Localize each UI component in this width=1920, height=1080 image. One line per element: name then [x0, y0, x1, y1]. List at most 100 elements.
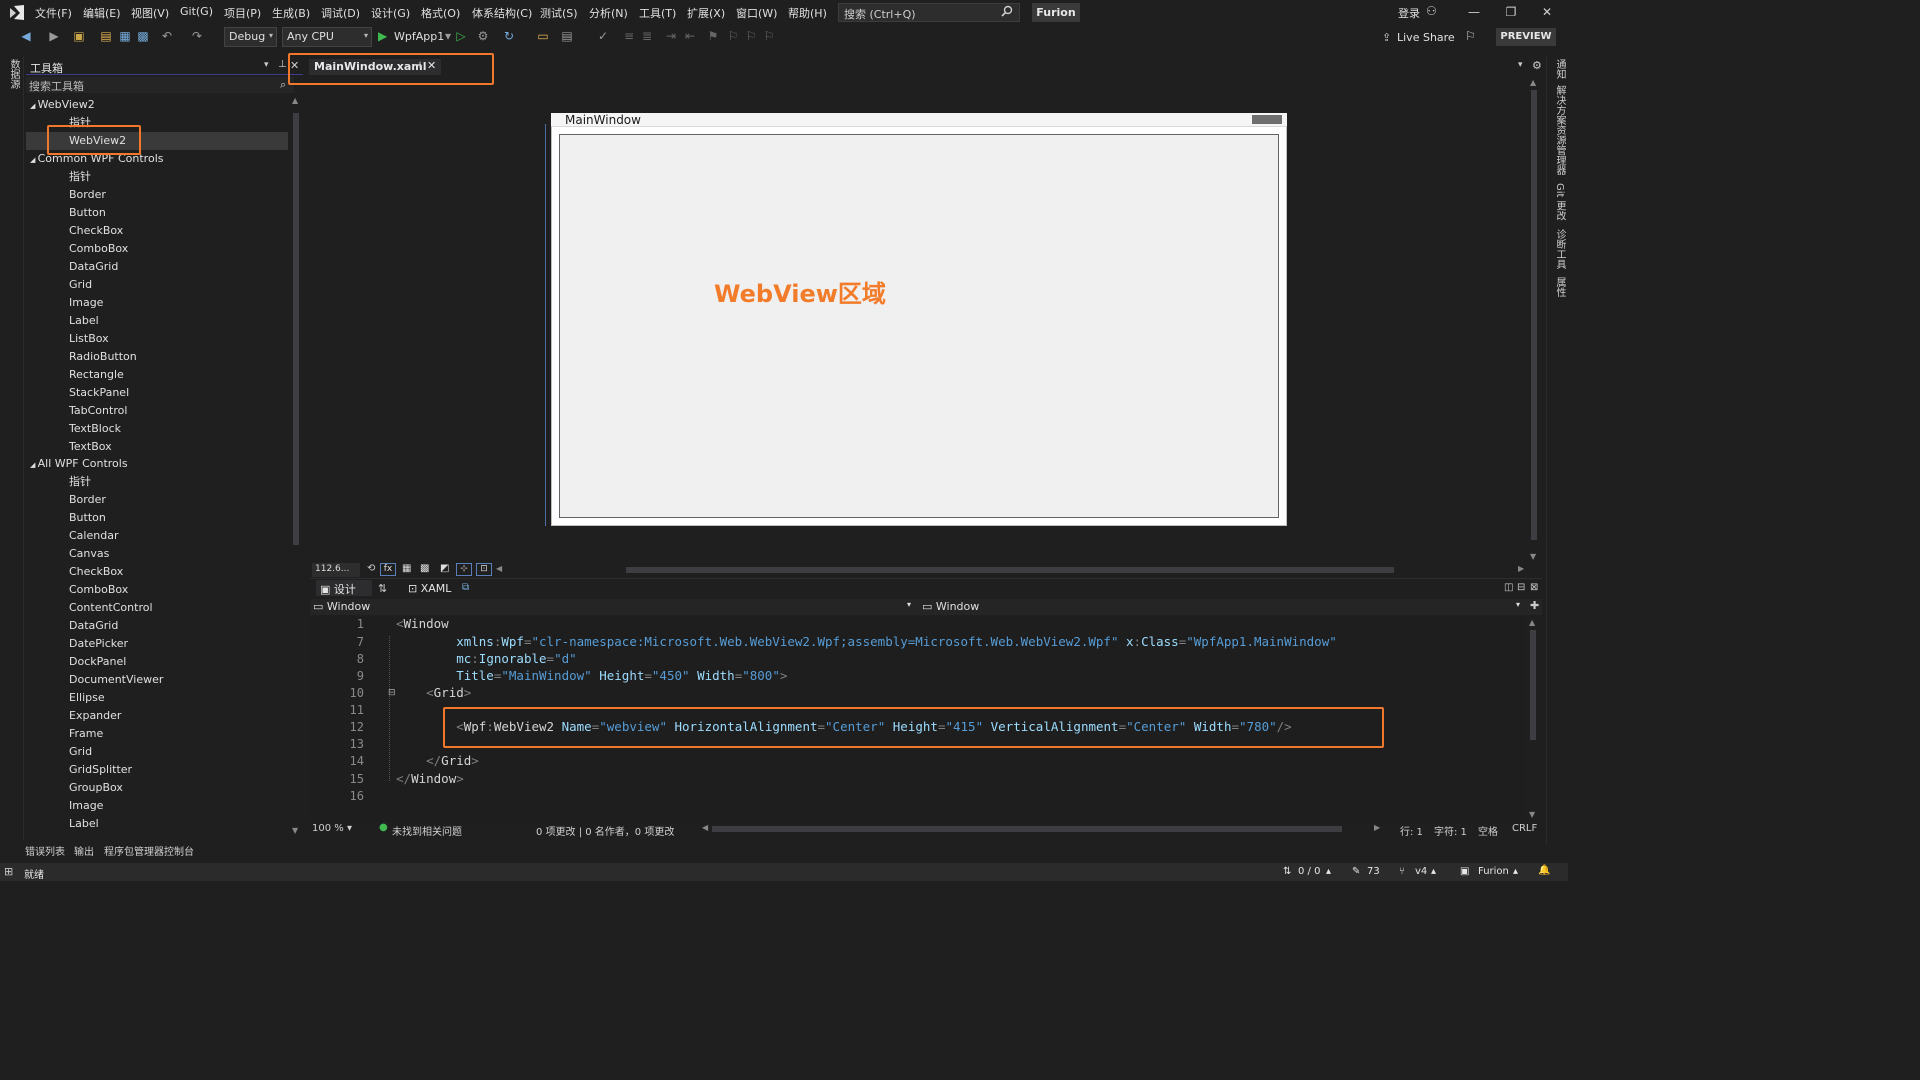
- toolbox-item[interactable]: ListBox: [26, 330, 288, 348]
- toolbox-item[interactable]: Button: [26, 204, 288, 222]
- toolbox-group-header[interactable]: ◢ WebView2: [26, 96, 288, 114]
- refresh-designer-icon[interactable]: ⟲: [367, 563, 375, 574]
- toolbox-item[interactable]: Label: [26, 815, 288, 833]
- toolbox-item[interactable]: Border: [26, 491, 288, 509]
- menu-item[interactable]: 扩展(X): [687, 5, 725, 21]
- toolbox-item[interactable]: TabControl: [26, 402, 288, 420]
- issues-status[interactable]: 未找到相关问题: [392, 823, 462, 838]
- open-file-icon[interactable]: ▤: [99, 29, 113, 43]
- start-debugging-icon[interactable]: ▶: [378, 29, 387, 43]
- right-rail-tab[interactable]: Git 更改: [1552, 183, 1567, 221]
- editor-vertical-scrollbar[interactable]: [1530, 630, 1536, 740]
- branch-name[interactable]: v4: [1415, 866, 1427, 877]
- menu-item[interactable]: 调试(D): [321, 5, 360, 21]
- navigate-forward-icon[interactable]: ▶: [47, 29, 61, 43]
- toolbox-item[interactable]: 指针: [26, 473, 288, 491]
- toolbox-item[interactable]: Rectangle: [26, 366, 288, 384]
- feedback-icon[interactable]: ⚐: [1465, 29, 1476, 43]
- toolbox-scrollbar[interactable]: [293, 113, 299, 545]
- new-project-icon[interactable]: ▣: [72, 29, 86, 43]
- settings-gear-icon[interactable]: ⚙: [1532, 59, 1542, 72]
- start-without-debugging-icon[interactable]: ▷: [454, 29, 468, 43]
- member-scope-select[interactable]: ▭ Window ▾: [922, 600, 1526, 614]
- char-indicator[interactable]: 字符: 1: [1434, 823, 1467, 838]
- attach-icon[interactable]: ⚙: [476, 29, 490, 43]
- sync-status[interactable]: 0 / 0: [1298, 866, 1320, 877]
- toolbox-search-icon[interactable]: ⌕: [280, 78, 286, 92]
- toolbox-item[interactable]: Image: [26, 294, 288, 312]
- toolbox-item[interactable]: Border: [26, 186, 288, 204]
- toolbox-item[interactable]: Frame: [26, 725, 288, 743]
- effects-icon[interactable]: fx: [380, 563, 396, 576]
- right-rail-tab[interactable]: 属性: [1552, 277, 1567, 297]
- toolbox-item[interactable]: ComboBox: [26, 240, 288, 258]
- repo-dropdown-icon[interactable]: ▴: [1513, 866, 1518, 877]
- toolbox-item[interactable]: DockPanel: [26, 653, 288, 671]
- snap-grid-icon[interactable]: ▩: [420, 563, 429, 574]
- designer-scroll-up-icon[interactable]: ▲: [1530, 78, 1536, 87]
- toolbox-item[interactable]: Canvas: [26, 545, 288, 563]
- tab-xaml[interactable]: ⊡ XAML: [408, 582, 451, 595]
- toolbox-item[interactable]: Calendar: [26, 527, 288, 545]
- save-icon[interactable]: ▦: [118, 29, 132, 43]
- whitespace-indicator[interactable]: 空格: [1478, 823, 1498, 838]
- branch-dropdown-icon[interactable]: ▴: [1431, 866, 1436, 877]
- menu-item[interactable]: 分析(N): [589, 5, 628, 21]
- code-line[interactable]: </Grid>: [396, 753, 479, 768]
- startup-dropdown-icon[interactable]: ▾: [441, 29, 455, 43]
- editor-zoom-select[interactable]: 100 % ▾: [312, 823, 352, 834]
- save-all-icon[interactable]: ▩: [136, 29, 150, 43]
- project-code-icon[interactable]: ⊡: [476, 563, 492, 576]
- element-scope-select[interactable]: ▭ Window ▾: [313, 600, 918, 614]
- branch-icon[interactable]: ⑂: [1399, 866, 1405, 877]
- webview2-control[interactable]: [559, 134, 1279, 518]
- toolbox-item[interactable]: CheckBox: [26, 222, 288, 240]
- layout-icon[interactable]: ▤: [560, 29, 574, 43]
- collapse-grid-icon[interactable]: ⊟: [388, 688, 396, 698]
- toolbox-item[interactable]: StackPanel: [26, 384, 288, 402]
- line-ending-indicator[interactable]: CRLF: [1512, 823, 1537, 834]
- grid-icon[interactable]: ▦: [402, 563, 411, 574]
- menu-item[interactable]: 窗口(W): [736, 5, 777, 21]
- editor-scroll-down-icon[interactable]: ▼: [1529, 810, 1535, 819]
- toolbox-group-header[interactable]: ◢ All WPF Controls: [26, 455, 288, 473]
- refresh-icon[interactable]: ↻: [502, 29, 516, 43]
- designer-horizontal-scrollbar[interactable]: [626, 567, 1394, 573]
- expand-caret-icon[interactable]: ◢: [30, 156, 38, 164]
- tab-output[interactable]: 输出: [74, 843, 94, 858]
- hscroll-left-icon[interactable]: ◀: [496, 564, 502, 573]
- uncomment-icon[interactable]: ≣: [640, 29, 654, 43]
- toolbox-item[interactable]: DataGrid: [26, 258, 288, 276]
- popout-xaml-icon[interactable]: ⧉: [462, 582, 469, 593]
- scroll-up-icon[interactable]: ▲: [292, 96, 298, 105]
- hscroll-right-icon[interactable]: ▶: [1518, 564, 1524, 573]
- menu-item[interactable]: 体系结构(C): [472, 5, 532, 21]
- expand-caret-icon[interactable]: ◢: [30, 102, 38, 110]
- prev-bookmark-icon[interactable]: ⚐: [726, 29, 740, 43]
- code-line[interactable]: xmlns:Wpf="clr-namespace:Microsoft.Web.W…: [396, 634, 1337, 649]
- toolbox-item[interactable]: RadioButton: [26, 348, 288, 366]
- toolbox-item[interactable]: DataGrid: [26, 617, 288, 635]
- designer-zoom-select[interactable]: 112.6...: [312, 563, 360, 577]
- menu-item[interactable]: 工具(T): [639, 5, 676, 21]
- toolbox-search-input[interactable]: 搜索工具箱: [26, 77, 294, 93]
- toolbox-item[interactable]: CheckBox: [26, 563, 288, 581]
- collapse-pane-icon[interactable]: ⊠: [1530, 582, 1538, 593]
- clear-bookmarks-icon[interactable]: ⚐: [762, 29, 776, 43]
- pending-edits[interactable]: 73: [1367, 866, 1380, 877]
- swap-panes-icon[interactable]: ⇅: [378, 582, 387, 595]
- menu-item[interactable]: 视图(V): [131, 5, 169, 21]
- bookmark-icon[interactable]: ⚑: [706, 29, 720, 43]
- sync-icon[interactable]: ⇅: [1283, 866, 1291, 877]
- toolbox-item[interactable]: Expander: [26, 707, 288, 725]
- data-sources-tab[interactable]: 数据源: [6, 59, 21, 89]
- toolbox-item[interactable]: GroupBox: [26, 779, 288, 797]
- toolbox-item[interactable]: TextBlock: [26, 420, 288, 438]
- code-line[interactable]: <Window: [396, 616, 449, 631]
- toolbox-item[interactable]: Grid: [26, 743, 288, 761]
- toolbox-item[interactable]: DatePicker: [26, 635, 288, 653]
- toolbox-menu-icon[interactable]: ▾: [264, 60, 269, 70]
- horizontal-split-icon[interactable]: ⊟: [1517, 582, 1525, 593]
- notifications-icon[interactable]: 🔔: [1538, 865, 1550, 876]
- push-dropdown-icon[interactable]: ▴: [1326, 866, 1331, 877]
